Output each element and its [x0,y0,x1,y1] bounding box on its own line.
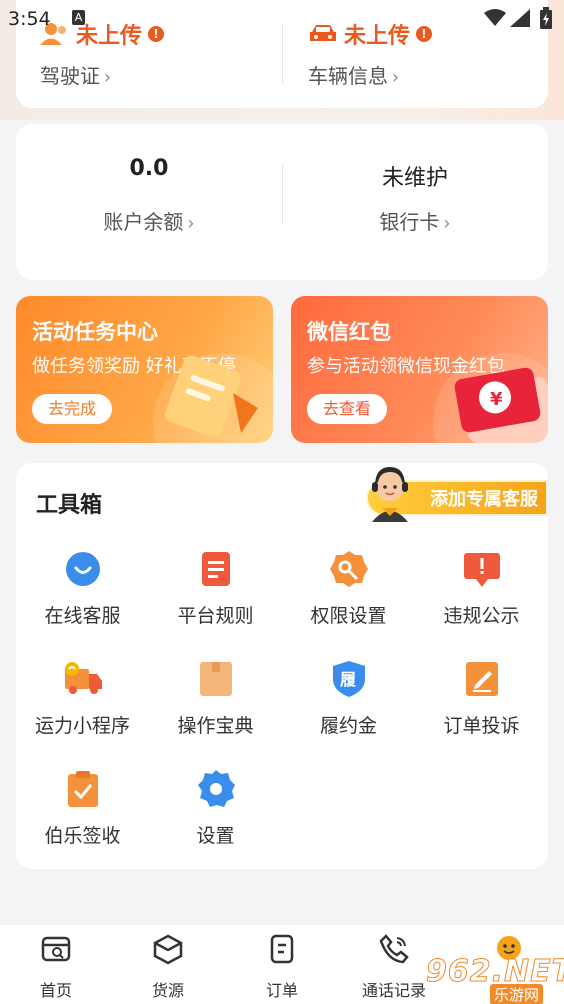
nav-label: 首页 [39,981,72,1000]
tool-label: 违规公示 [443,605,520,627]
envelope-yen-mark: ¥ [490,389,503,410]
nav-supply[interactable]: 货源 [112,933,224,1001]
balance-link[interactable]: 账户余额 › [16,206,282,235]
tool-order-complaint[interactable]: 订单投诉 [415,659,548,759]
notification-icon: A [72,10,85,25]
balance-value: 0.0 [129,156,169,181]
toolbox-card: 工具箱 在线客服 平台规则 权限设置 违规公示 运力小程序 操作宝典 履 履约金… [16,463,548,869]
clipboard-check-icon [67,771,98,807]
chevron-right-icon: › [392,67,400,88]
shield-icon-text: 履 [340,670,356,689]
tool-label: 订单投诉 [443,715,520,737]
license-label: 驾驶证 [40,64,100,88]
signal-icon [510,9,530,27]
phone-icon [379,934,409,964]
edit-icon [465,662,498,696]
tool-permission-settings[interactable]: 权限设置 [282,549,415,649]
wifi-icon [484,9,506,26]
chevron-right-icon: › [443,213,451,234]
shield-icon: 履 [332,661,365,697]
tool-label: 履约金 [319,715,377,737]
tool-label: 权限设置 [310,605,387,627]
tool-capacity-miniapp[interactable]: 运力小程序 [16,659,149,759]
account-card: 0.0 账户余额 › 未维护 银行卡 › [16,124,548,280]
nav-orders[interactable]: 订单 [226,933,338,1001]
tool-label: 运力小程序 [34,715,130,737]
order-icon [270,934,294,964]
gear-icon [197,770,235,807]
promo-title: 活动任务中心 [32,320,158,344]
wechat-redpacket-card[interactable]: 微信红包 参与活动领微信现金红包 去查看 ¥ [291,296,548,443]
tool-online-service[interactable]: 在线客服 [16,549,149,649]
watermark-logo: 962.NET 乐游网 [420,952,564,1004]
chevron-right-icon: › [104,67,112,88]
tool-bole-sign[interactable]: 伯乐签收 [16,769,149,869]
key-gear-icon [329,551,368,587]
truck-icon [64,662,102,694]
vehicle-label: 车辆信息 [308,64,388,88]
nav-label: 订单 [265,981,298,1000]
home-search-icon [41,936,71,962]
tag-icon [153,353,273,443]
vehicle-link[interactable]: 车辆信息 › [308,60,399,89]
tool-label: 伯乐签收 [44,825,121,847]
chat-bubble-icon [65,552,100,586]
license-link[interactable]: 驾驶证 › [40,60,111,89]
balance-label: 账户余额 [103,210,184,234]
toolbox-title: 工具箱 [36,493,103,518]
chevron-right-icon: › [187,213,195,234]
tool-performance-deposit[interactable]: 履 履约金 [282,659,415,759]
task-center-card[interactable]: 活动任务中心 做任务领奖励 好礼享不停 去完成 [16,296,273,443]
status-time: 3:54 [8,8,51,30]
book-icon [199,662,232,696]
tool-label: 设置 [196,825,235,847]
tool-label: 平台规则 [177,605,254,627]
go-complete-button[interactable]: 去完成 [32,394,113,424]
nav-label: 货源 [151,981,184,1000]
promo-title: 微信红包 [307,320,391,344]
red-envelope-icon: ¥ [433,353,548,443]
alert-board-icon [463,553,500,587]
bank-value: 未维护 [381,166,448,191]
bank-link[interactable]: 银行卡 › [282,206,548,235]
tool-operation-guide[interactable]: 操作宝典 [149,659,282,759]
tool-label: 操作宝典 [177,715,254,737]
tool-violation-notice[interactable]: 违规公示 [415,549,548,649]
agent-avatar-icon [372,467,408,522]
document-icon [201,552,230,586]
nav-home[interactable]: 首页 [0,933,112,1001]
go-view-button[interactable]: 去查看 [307,394,388,424]
cube-icon [153,934,183,965]
tool-label: 在线客服 [44,605,121,627]
exclusive-support-banner[interactable]: 添加专属客服 [352,458,548,522]
tool-platform-rules[interactable]: 平台规则 [149,549,282,649]
battery-icon [540,7,552,29]
watermark-subtext: 乐游网 [490,984,544,1004]
tool-settings[interactable]: 设置 [149,769,282,869]
status-bar: 3:54 A [0,0,564,36]
bank-label: 银行卡 [379,210,440,234]
